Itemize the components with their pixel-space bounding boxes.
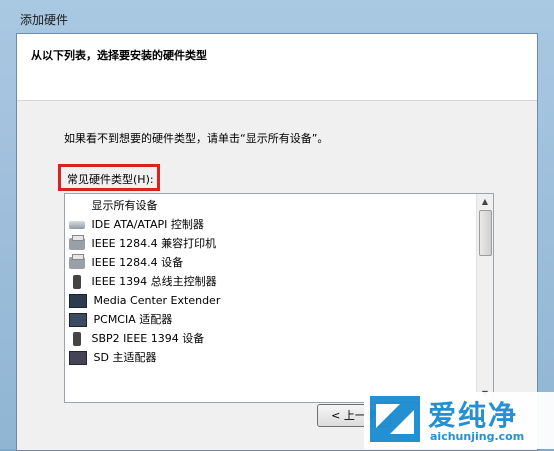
list-item-label: IEEE 1284.4 设备 (91, 256, 184, 269)
pcmcia-card-icon (69, 313, 87, 327)
list-item[interactable]: SBP2 IEEE 1394 设备 (69, 329, 469, 348)
list-item-label: PCMCIA 适配器 (93, 313, 173, 326)
title-bar: 添加硬件 (0, 0, 554, 33)
hardware-type-label-highlight: 常见硬件类型(H): (58, 164, 160, 191)
hardware-type-label: 常见硬件类型(H): (67, 173, 154, 186)
brand-logo-icon (370, 396, 420, 442)
dialog-body: 从以下列表，选择要安装的硬件类型 如果看不到想要的硬件类型，请单击“显示所有设备… (16, 33, 538, 451)
list-item-label: SBP2 IEEE 1394 设备 (91, 332, 205, 345)
page-heading: 从以下列表，选择要安装的硬件类型 (31, 49, 207, 62)
list-item[interactable]: PCMCIA 适配器 (69, 310, 469, 329)
watermark: 爱纯净 aichunjing.com (364, 392, 554, 449)
brand-name: 爱纯净 (428, 399, 519, 432)
list-item-label: 显示所有设备 (91, 199, 158, 212)
list-item[interactable]: IEEE 1284.4 设备 (69, 253, 469, 272)
hardware-type-list[interactable]: 显示所有设备 IDE ATA/ATAPI 控制器 IEEE 1284.4 兼容打… (64, 193, 494, 403)
printer-icon (69, 235, 85, 250)
list-item-label: Media Center Extender (93, 294, 221, 307)
printer-icon (69, 254, 85, 269)
brand-url: aichunjing.com (430, 430, 525, 443)
usb-connector-icon (73, 275, 81, 289)
list-item[interactable]: IEEE 1284.4 兼容打印机 (69, 234, 469, 253)
scroll-up-arrow-icon[interactable]: ▲ (477, 194, 493, 210)
monitor-icon (69, 294, 87, 308)
dialog-window: 添加硬件 从以下列表，选择要安装的硬件类型 如果看不到想要的硬件类型，请单击“显… (0, 0, 554, 451)
list-item[interactable]: Media Center Extender (69, 291, 469, 310)
list-item[interactable]: IEEE 1394 总线主控制器 (69, 272, 469, 291)
blank-icon (69, 200, 85, 212)
instruction-text: 如果看不到想要的硬件类型，请单击“显示所有设备”。 (64, 132, 329, 145)
list-item-label: IDE ATA/ATAPI 控制器 (91, 218, 204, 231)
drive-icon (69, 221, 85, 229)
list-item-label: IEEE 1394 总线主控制器 (91, 275, 217, 288)
list-item[interactable]: SD 主适配器 (69, 348, 469, 367)
sd-card-icon (69, 351, 87, 365)
list-scrollbar[interactable]: ▲ ▼ (476, 194, 493, 402)
list-item-label: IEEE 1284.4 兼容打印机 (91, 237, 217, 250)
scroll-thumb[interactable] (479, 210, 492, 256)
list-item[interactable]: IDE ATA/ATAPI 控制器 (69, 215, 469, 234)
header-panel: 从以下列表，选择要安装的硬件类型 (17, 34, 537, 101)
list-item-label: SD 主适配器 (93, 351, 157, 364)
usb-connector-icon (73, 332, 81, 346)
list-item[interactable]: 显示所有设备 (69, 196, 469, 215)
window-title: 添加硬件 (20, 13, 69, 27)
